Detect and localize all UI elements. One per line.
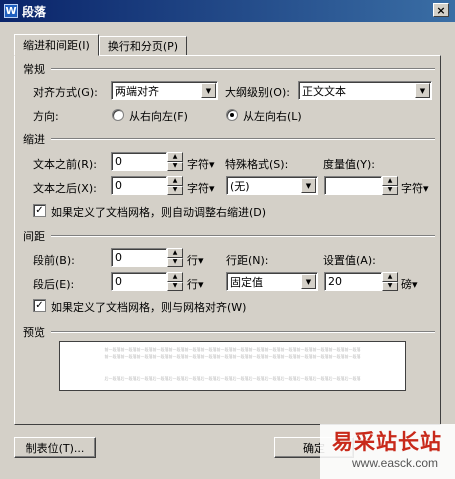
chevron-down-icon[interactable]: ▼	[415, 83, 430, 98]
spacing-after-value: 0	[115, 275, 122, 288]
preview-area: 前一段落前一段落前一段落前一段落前一段落前一段落前一段落前一段落前一段落前一段落…	[59, 341, 406, 391]
preview-prev-line: 前一段落前一段落前一段落前一段落前一段落前一段落前一段落前一段落前一段落前一段落…	[104, 347, 361, 352]
spin-up-icon[interactable]: ▲	[382, 176, 398, 186]
spacing-before-value: 0	[115, 251, 122, 264]
indent-heading: 缩进	[23, 133, 45, 146]
setting-value-unit[interactable]: 磅▾	[401, 276, 418, 292]
tab-stops-button[interactable]: 制表位(T)...	[14, 437, 96, 458]
indent-after-label: 文本之后(X):	[33, 182, 97, 195]
general-divider	[51, 68, 435, 70]
ltr-label[interactable]: 从左向右(L)	[243, 108, 302, 124]
indent-before-spinner[interactable]: ▲ ▼	[167, 152, 183, 171]
window-title: 段落	[22, 4, 47, 19]
rtl-radio[interactable]	[112, 109, 124, 121]
spacing-divider	[51, 235, 435, 237]
measure-input[interactable]	[324, 176, 382, 195]
indent-after-input[interactable]: 0	[111, 176, 167, 195]
alignment-select[interactable]: 两端对齐 ▼	[111, 81, 218, 100]
special-format-value: (无)	[230, 179, 250, 193]
measure-label: 度量值(Y):	[323, 158, 376, 171]
preview-heading: 预览	[23, 326, 45, 339]
preview-divider	[51, 331, 435, 333]
spin-down-icon[interactable]: ▼	[167, 161, 183, 171]
spacing-before-label: 段前(B):	[33, 254, 75, 267]
measure-unit[interactable]: 字符▾	[401, 180, 429, 196]
spin-down-icon[interactable]: ▼	[167, 185, 183, 195]
tab-strip: 缩进和间距(I) 换行和分页(P)	[14, 34, 188, 56]
spin-up-icon[interactable]: ▲	[167, 176, 183, 186]
outline-level-select[interactable]: 正文文本 ▼	[298, 81, 432, 100]
watermark: 易采站长站 www.easck.com	[320, 424, 455, 479]
rtl-label[interactable]: 从右向左(F)	[129, 108, 188, 124]
watermark-text: 易采站长站	[332, 429, 442, 454]
spin-down-icon[interactable]: ▼	[382, 281, 398, 291]
measure-spinner[interactable]: ▲ ▼	[382, 176, 398, 195]
tab-line-page-breaks[interactable]: 换行和分页(P)	[98, 36, 188, 56]
special-format-label: 特殊格式(S):	[225, 158, 289, 171]
close-button[interactable]: ×	[433, 3, 449, 17]
chevron-down-icon[interactable]: ▼	[301, 274, 316, 289]
indent-before-unit[interactable]: 字符▾	[187, 156, 215, 172]
direction-label: 方向:	[33, 110, 59, 123]
indent-divider	[51, 138, 435, 140]
setting-value-spinner[interactable]: ▲ ▼	[382, 272, 398, 291]
indent-after-value: 0	[115, 179, 122, 192]
indent-grid-checkbox[interactable]: ✓	[33, 204, 46, 217]
general-heading: 常规	[23, 63, 45, 76]
indent-before-input[interactable]: 0	[111, 152, 167, 171]
indent-after-unit[interactable]: 字符▾	[187, 180, 215, 196]
chevron-down-icon[interactable]: ▼	[301, 178, 316, 193]
line-spacing-select[interactable]: 固定值 ▼	[226, 272, 318, 291]
spacing-after-spinner[interactable]: ▲ ▼	[167, 272, 183, 291]
preview-prev-line: 前一段落前一段落前一段落前一段落前一段落前一段落前一段落前一段落前一段落前一段落…	[104, 354, 361, 359]
chevron-down-icon[interactable]: ▼	[201, 83, 216, 98]
special-format-select[interactable]: (无) ▼	[226, 176, 318, 195]
ltr-radio[interactable]	[226, 109, 238, 121]
alignment-value: 两端对齐	[115, 84, 159, 98]
indent-before-label: 文本之前(R):	[33, 158, 97, 171]
tab-indent-spacing[interactable]: 缩进和间距(I)	[14, 34, 99, 56]
spin-down-icon[interactable]: ▼	[167, 257, 183, 267]
spacing-before-unit[interactable]: 行▾	[187, 252, 204, 268]
outline-level-label: 大纲级别(O):	[225, 86, 290, 99]
outline-level-value: 正文文本	[302, 84, 346, 98]
spacing-after-unit[interactable]: 行▾	[187, 276, 204, 292]
spacing-after-label: 段后(E):	[33, 278, 75, 291]
spacing-grid-checkbox-label[interactable]: 如果定义了文档网格，则与网格对齐(W)	[51, 299, 246, 315]
setting-value: 20	[328, 275, 342, 288]
setting-value-input[interactable]: 20	[324, 272, 382, 291]
spin-down-icon[interactable]: ▼	[382, 185, 398, 195]
setting-value-label: 设置值(A):	[323, 254, 376, 267]
title-bar: W 段落 ×	[0, 0, 455, 22]
indent-before-value: 0	[115, 155, 122, 168]
preview-next-line: 后一段落后一段落后一段落后一段落后一段落后一段落后一段落后一段落后一段落后一段落…	[104, 376, 361, 381]
alignment-label: 对齐方式(G):	[33, 86, 98, 99]
spin-up-icon[interactable]: ▲	[167, 152, 183, 162]
spacing-grid-checkbox[interactable]: ✓	[33, 299, 46, 312]
spin-up-icon[interactable]: ▲	[167, 248, 183, 258]
line-spacing-value: 固定值	[230, 275, 263, 289]
watermark-url: www.easck.com	[352, 456, 439, 470]
wps-writer-icon: W	[4, 4, 18, 18]
spacing-heading: 间距	[23, 230, 45, 243]
indent-grid-checkbox-label[interactable]: 如果定义了文档网格，则自动调整右缩进(D)	[51, 204, 266, 220]
indent-after-spinner[interactable]: ▲ ▼	[167, 176, 183, 195]
spacing-before-input[interactable]: 0	[111, 248, 167, 267]
spin-up-icon[interactable]: ▲	[167, 272, 183, 282]
spacing-after-input[interactable]: 0	[111, 272, 167, 291]
line-spacing-label: 行距(N):	[226, 254, 269, 267]
spin-down-icon[interactable]: ▼	[167, 281, 183, 291]
spin-up-icon[interactable]: ▲	[382, 272, 398, 282]
tab-panel: 常规 对齐方式(G): 两端对齐 ▼ 大纲级别(O): 正文文本 ▼ 方向: 从…	[14, 55, 441, 425]
spacing-before-spinner[interactable]: ▲ ▼	[167, 248, 183, 267]
